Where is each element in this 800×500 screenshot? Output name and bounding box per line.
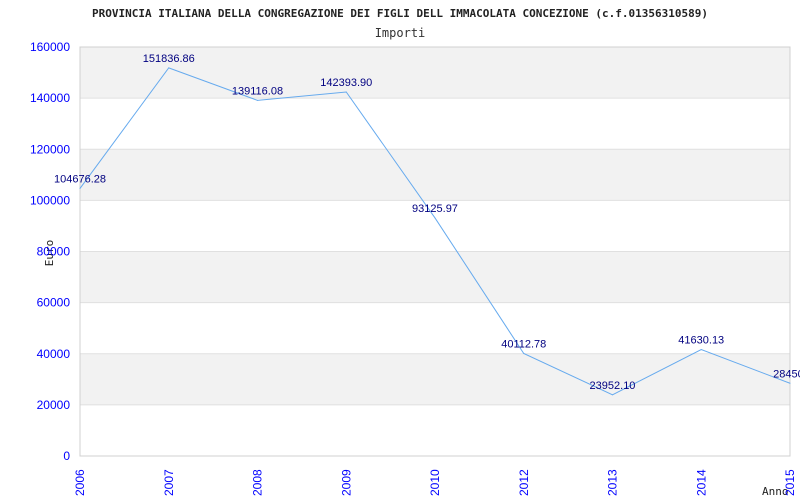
data-point bbox=[79, 187, 81, 189]
x-tick-label: 2015 bbox=[783, 469, 797, 496]
y-tick-label: 0 bbox=[63, 449, 70, 463]
data-point bbox=[257, 99, 258, 101]
line-chart: PROVINCIA ITALIANA DELLA CONGREGAZIONE D… bbox=[30, 7, 800, 498]
x-tick-label: 2010 bbox=[428, 469, 442, 496]
data-label: 104676.28 bbox=[54, 173, 106, 185]
background-band bbox=[80, 251, 790, 303]
x-tick-label: 2008 bbox=[251, 469, 265, 496]
x-tick-label: 2007 bbox=[162, 469, 176, 496]
y-tick-label: 20000 bbox=[37, 398, 71, 412]
data-point bbox=[523, 352, 525, 354]
background-band bbox=[80, 353, 790, 405]
data-label: 40112.78 bbox=[501, 338, 546, 350]
data-point bbox=[345, 91, 347, 93]
y-tick-label: 80000 bbox=[37, 245, 71, 259]
x-tick-label: 2014 bbox=[694, 469, 708, 496]
data-point bbox=[168, 67, 170, 69]
y-tick-label: 40000 bbox=[37, 347, 71, 361]
data-label: 23952.10 bbox=[590, 380, 636, 392]
x-tick-label: 2009 bbox=[339, 469, 353, 496]
y-tick-label: 60000 bbox=[37, 296, 71, 310]
data-label: 41630.13 bbox=[678, 335, 724, 347]
x-tick-label: 2013 bbox=[606, 469, 620, 496]
data-label: 93125.97 bbox=[412, 203, 458, 215]
data-label: 151836.86 bbox=[143, 53, 195, 65]
data-label: 28450. bbox=[773, 368, 800, 380]
data-point bbox=[789, 382, 791, 384]
chart-subtitle: Importi bbox=[375, 26, 426, 40]
x-tick-label: 2006 bbox=[73, 469, 87, 496]
x-tick-label: 2012 bbox=[517, 469, 531, 496]
y-tick-label: 120000 bbox=[30, 142, 70, 156]
data-point bbox=[700, 349, 702, 351]
data-point bbox=[434, 217, 436, 219]
y-tick-label: 100000 bbox=[30, 193, 70, 207]
y-tick-label: 160000 bbox=[30, 40, 70, 54]
data-label: 142393.90 bbox=[320, 77, 372, 89]
data-label: 139116.08 bbox=[232, 85, 283, 97]
y-tick-label: 140000 bbox=[30, 91, 70, 105]
data-point bbox=[612, 394, 613, 396]
chart-title: PROVINCIA ITALIANA DELLA CONGREGAZIONE D… bbox=[92, 7, 708, 20]
background-band bbox=[80, 149, 790, 201]
